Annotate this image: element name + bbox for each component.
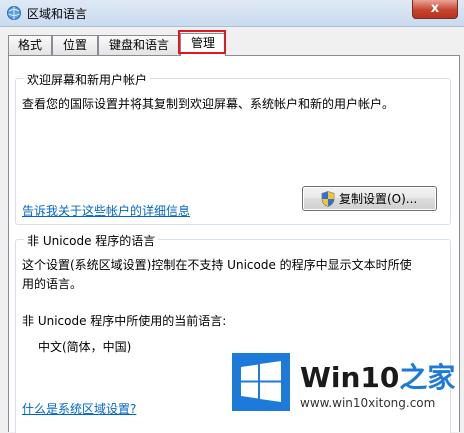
non-unicode-description-line1: 这个设置(系统区域设置)控制在不支持 Unicode 的程序中显示文本时所使: [22, 258, 412, 272]
title-bar: 区域和语言 x: [0, 0, 464, 27]
accounts-details-link[interactable]: 告诉我关于这些帐户的详细信息: [22, 202, 190, 221]
current-language-label: 非 Unicode 程序中所使用的当前语言:: [22, 314, 227, 328]
tab-keyboards-languages[interactable]: 键盘和语言: [98, 35, 180, 55]
watermark-brand-suffix: 之家: [399, 361, 456, 394]
uac-shield-icon: [321, 191, 335, 207]
watermark-url: www.win10xitong.com: [300, 396, 436, 410]
welcome-group-title: 欢迎屏幕和新用户帐户: [24, 71, 151, 88]
close-button[interactable]: x: [412, 0, 458, 19]
welcome-screen-group: 欢迎屏幕和新用户帐户 查看您的国际设置并将其复制到欢迎屏幕、系统帐户和新的用户帐…: [15, 71, 451, 225]
watermark-brand: Win10之家: [300, 356, 455, 396]
tab-administrative[interactable]: 管理: [180, 33, 226, 56]
tab-format[interactable]: 格式: [8, 35, 52, 55]
current-language-value: 中文(简体，中国): [38, 340, 132, 354]
window-title: 区域和语言: [27, 7, 88, 21]
close-icon: x: [430, 1, 440, 16]
welcome-group-description: 查看您的国际设置并将其复制到欢迎屏幕、系统帐户和新的用户帐户。: [22, 97, 395, 111]
non-unicode-group-title: 非 Unicode 程序的语言: [24, 232, 159, 249]
copy-settings-label: 复制设置(O)...: [339, 192, 418, 206]
globe-clock-icon: [7, 6, 21, 20]
windows-logo-icon: [232, 353, 290, 411]
tab-location[interactable]: 位置: [52, 35, 98, 55]
watermark-brand-prefix: Win10: [300, 361, 400, 394]
copy-settings-button[interactable]: 复制设置(O)...: [302, 186, 437, 211]
system-locale-link[interactable]: 什么是系统区域设置?: [22, 400, 136, 419]
non-unicode-description-line2: 用的语言。: [22, 277, 83, 291]
